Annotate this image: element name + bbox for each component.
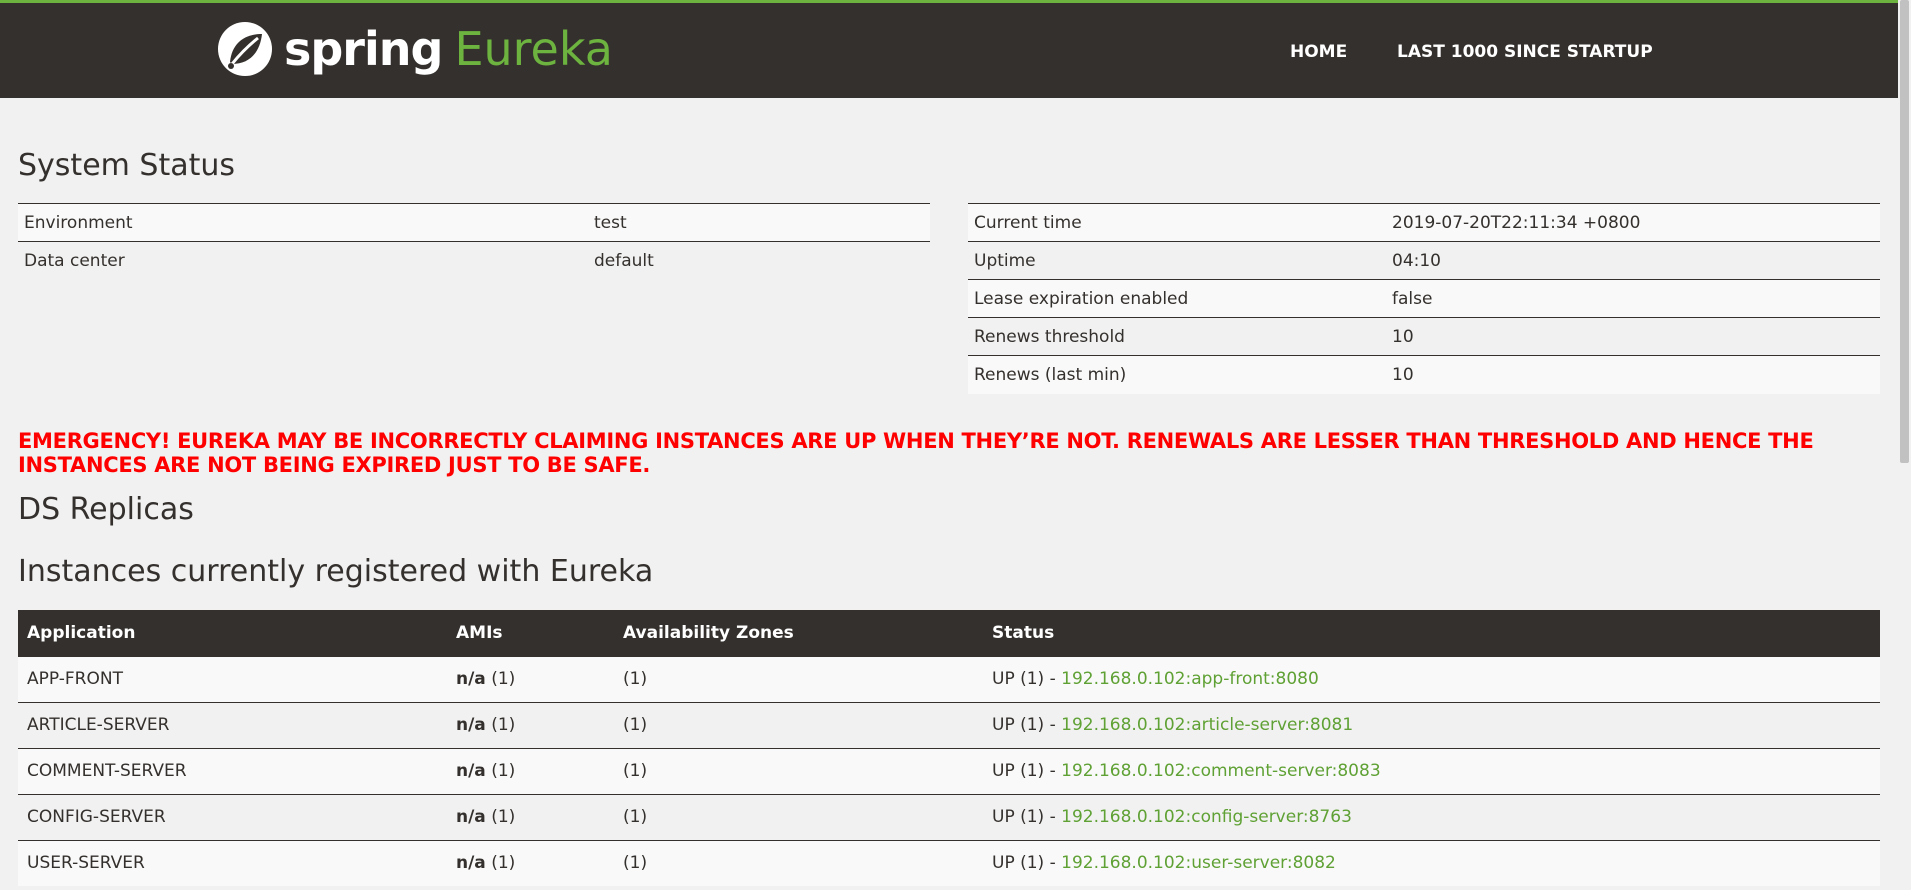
table-row: USER-SERVER n/a (1) (1) UP (1) - 192.168… bbox=[18, 839, 1880, 886]
ami-na: n/a bbox=[456, 807, 486, 827]
ami-na: n/a bbox=[456, 669, 486, 689]
emergency-warning: EMERGENCY! EUREKA MAY BE INCORRECTLY CLA… bbox=[18, 429, 1814, 477]
ami-na: n/a bbox=[456, 853, 486, 874]
application-name: CONFIG-SERVER bbox=[18, 793, 447, 840]
status-label: Renews (last min) bbox=[968, 355, 1386, 394]
status-text: UP (1) - bbox=[992, 807, 1062, 827]
table-row: APP-FRONT n/a (1) (1) UP (1) - 192.168.0… bbox=[18, 655, 1880, 702]
status-label: Renews threshold bbox=[968, 317, 1386, 356]
navbar: spring Eureka HOME LAST 1000 SINCE START… bbox=[0, 0, 1898, 98]
ami-cell: n/a (1) bbox=[447, 793, 614, 840]
status-row: Renews threshold 10 bbox=[968, 317, 1880, 356]
ds-replicas-heading: DS Replicas bbox=[18, 492, 194, 527]
column-header-amis: AMIs bbox=[447, 610, 614, 656]
status-row: Current time 2019-07-20T22:11:34 +0800 bbox=[968, 203, 1880, 242]
status-label: Data center bbox=[18, 241, 588, 280]
column-header-application: Application bbox=[18, 610, 447, 656]
instances-table: Application AMIs Availability Zones Stat… bbox=[18, 610, 1880, 886]
status-label: Uptime bbox=[968, 241, 1386, 280]
instance-link[interactable]: 192.168.0.102:config-server:8763 bbox=[1061, 807, 1352, 827]
zone-count: (1) bbox=[614, 747, 983, 794]
nav-last-1000-link[interactable]: LAST 1000 SINCE STARTUP bbox=[1397, 42, 1653, 62]
status-cell: UP (1) - 192.168.0.102:user-server:8082 bbox=[983, 839, 1880, 886]
instances-header-row: Application AMIs Availability Zones Stat… bbox=[18, 610, 1880, 656]
ami-cell: n/a (1) bbox=[447, 655, 614, 702]
status-row: Data center default bbox=[18, 241, 930, 280]
status-text: UP (1) - bbox=[992, 715, 1062, 735]
status-row: Lease expiration enabled false bbox=[968, 279, 1880, 318]
table-row: CONFIG-SERVER n/a (1) (1) UP (1) - 192.1… bbox=[18, 793, 1880, 840]
brand-logo[interactable]: spring Eureka bbox=[216, 19, 613, 79]
status-value: 2019-07-20T22:11:34 +0800 bbox=[1386, 203, 1880, 242]
brand-eureka-text: Eureka bbox=[454, 22, 613, 76]
ami-count: (1) bbox=[491, 761, 516, 781]
zone-count: (1) bbox=[614, 839, 983, 886]
status-value: false bbox=[1386, 279, 1880, 318]
application-name: USER-SERVER bbox=[18, 839, 447, 886]
status-row: Renews (last min) 10 bbox=[968, 355, 1880, 394]
instance-link[interactable]: 192.168.0.102:app-front:8080 bbox=[1061, 669, 1319, 689]
status-value: default bbox=[588, 241, 930, 280]
status-label: Environment bbox=[18, 203, 588, 242]
ami-count: (1) bbox=[491, 669, 516, 689]
ami-cell: n/a (1) bbox=[447, 839, 614, 886]
status-value: 10 bbox=[1386, 355, 1880, 394]
status-cell: UP (1) - 192.168.0.102:config-server:876… bbox=[983, 793, 1880, 840]
status-cell: UP (1) - 192.168.0.102:app-front:8080 bbox=[983, 655, 1880, 702]
instance-link[interactable]: 192.168.0.102:article-server:8081 bbox=[1061, 715, 1353, 735]
zone-count: (1) bbox=[614, 655, 983, 702]
status-value: 10 bbox=[1386, 317, 1880, 356]
instance-link[interactable]: 192.168.0.102:user-server:8082 bbox=[1061, 853, 1336, 873]
status-cell: UP (1) - 192.168.0.102:article-server:80… bbox=[983, 701, 1880, 748]
column-header-status: Status bbox=[983, 610, 1880, 656]
column-header-availability-zones: Availability Zones bbox=[614, 610, 983, 656]
ami-count: (1) bbox=[491, 853, 516, 874]
table-row: COMMENT-SERVER n/a (1) (1) UP (1) - 192.… bbox=[18, 747, 1880, 794]
system-status-left-table: Environment test Data center default bbox=[18, 203, 930, 280]
application-name: ARTICLE-SERVER bbox=[18, 701, 447, 748]
zone-count: (1) bbox=[614, 701, 983, 748]
status-text: UP (1) - bbox=[992, 853, 1062, 874]
application-name: APP-FRONT bbox=[18, 655, 447, 702]
zone-count: (1) bbox=[614, 793, 983, 840]
ami-na: n/a bbox=[456, 761, 486, 781]
instance-link[interactable]: 192.168.0.102:comment-server:8083 bbox=[1061, 761, 1381, 781]
status-value: test bbox=[588, 203, 930, 242]
nav-home-link[interactable]: HOME bbox=[1290, 42, 1347, 62]
status-cell: UP (1) - 192.168.0.102:comment-server:80… bbox=[983, 747, 1880, 794]
status-label: Current time bbox=[968, 203, 1386, 242]
ami-count: (1) bbox=[491, 807, 516, 827]
system-status-heading: System Status bbox=[18, 148, 236, 183]
status-row: Environment test bbox=[18, 203, 930, 242]
status-row: Uptime 04:10 bbox=[968, 241, 1880, 280]
application-name: COMMENT-SERVER bbox=[18, 747, 447, 794]
ami-cell: n/a (1) bbox=[447, 747, 614, 794]
status-text: UP (1) - bbox=[992, 761, 1062, 781]
system-status-right-table: Current time 2019-07-20T22:11:34 +0800 U… bbox=[968, 203, 1880, 394]
ami-na: n/a bbox=[456, 715, 486, 735]
spring-leaf-icon bbox=[218, 22, 272, 76]
status-value: 04:10 bbox=[1386, 241, 1880, 280]
instances-heading: Instances currently registered with Eure… bbox=[18, 554, 654, 589]
ami-count: (1) bbox=[491, 715, 516, 735]
brand-spring-text: spring bbox=[284, 22, 443, 76]
ami-cell: n/a (1) bbox=[447, 701, 614, 748]
status-label: Lease expiration enabled bbox=[968, 279, 1386, 318]
scrollbar-thumb[interactable] bbox=[1900, 0, 1909, 463]
status-text: UP (1) - bbox=[992, 669, 1062, 689]
table-row: ARTICLE-SERVER n/a (1) (1) UP (1) - 192.… bbox=[18, 701, 1880, 748]
